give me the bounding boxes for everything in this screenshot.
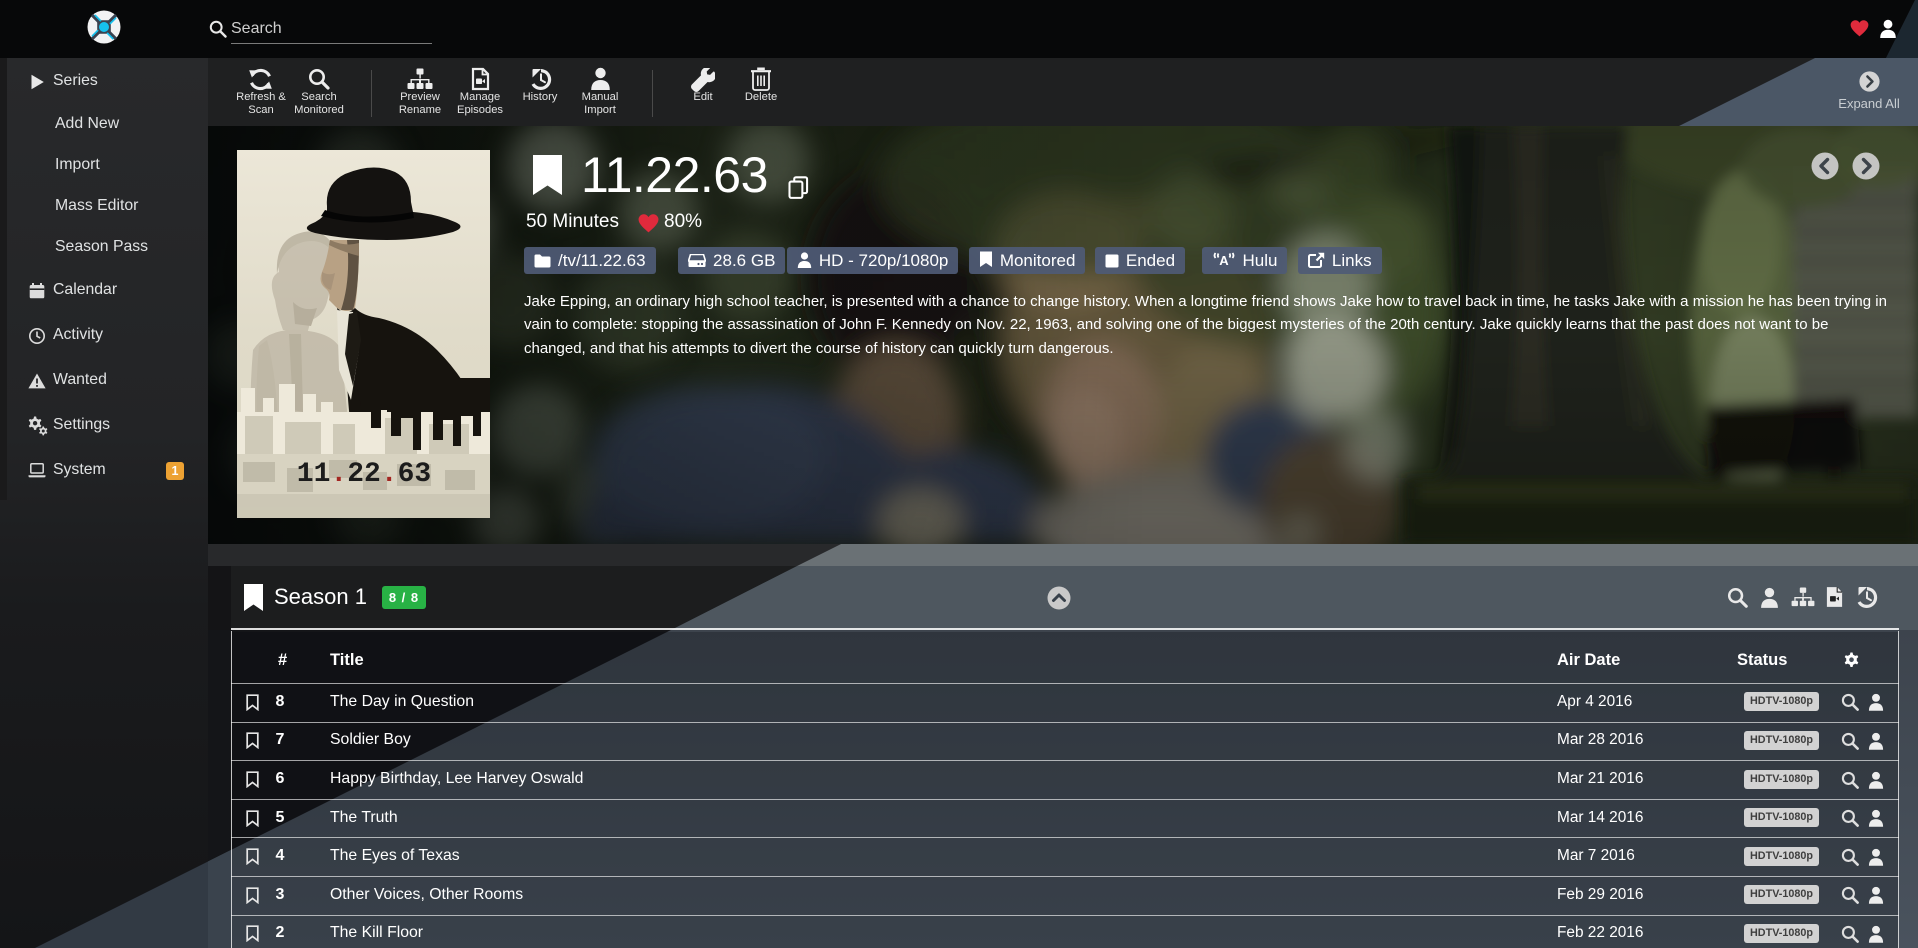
svg-text:11.22.63: 11.22.63 bbox=[297, 459, 431, 490]
svg-text:A: A bbox=[1219, 253, 1229, 268]
